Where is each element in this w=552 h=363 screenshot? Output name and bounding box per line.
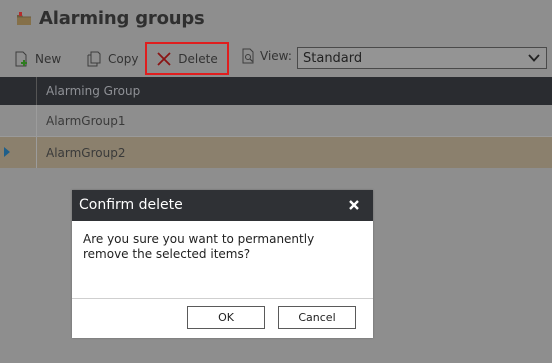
delete-button[interactable]: Delete <box>145 42 229 75</box>
view-select[interactable]: Standard <box>297 47 547 69</box>
copy-button-label: Copy <box>108 51 139 66</box>
table-row-selected[interactable]: AlarmGroup2 <box>0 137 552 168</box>
row-header[interactable] <box>0 137 37 168</box>
copy-icon <box>87 51 101 66</box>
dialog-title: Confirm delete <box>79 197 183 213</box>
row-selector-arrow-icon <box>4 147 10 157</box>
row-header[interactable] <box>0 105 37 136</box>
chevron-down-icon <box>528 54 540 62</box>
folder-alarm-icon <box>16 11 32 27</box>
new-document-icon <box>15 51 27 66</box>
ok-button-label: OK <box>218 311 234 324</box>
delete-x-icon <box>157 51 171 66</box>
row-header-spacer <box>0 77 37 105</box>
view-select-value: Standard <box>303 50 363 66</box>
grid-header: Alarming Group <box>0 77 552 105</box>
dialog-message: Are you sure you want to permanently rem… <box>83 232 315 261</box>
view-document-icon <box>242 48 254 64</box>
page-header: Alarming groups <box>0 0 552 40</box>
copy-button[interactable]: Copy <box>86 44 138 73</box>
table-cell: AlarmGroup2 <box>46 146 126 160</box>
ok-button[interactable]: OK <box>187 306 265 329</box>
confirm-delete-dialog: Confirm delete Are you sure you want to … <box>72 190 373 338</box>
page-title: Alarming groups <box>39 8 205 29</box>
close-icon[interactable] <box>348 199 360 211</box>
new-button[interactable]: New <box>13 44 61 73</box>
dialog-header: Confirm delete <box>72 190 373 221</box>
cancel-button-label: Cancel <box>298 311 336 324</box>
dialog-divider <box>72 298 373 299</box>
cancel-button[interactable]: Cancel <box>278 306 356 329</box>
view-label: View: <box>240 48 292 64</box>
delete-button-label: Delete <box>178 51 218 66</box>
table-cell: AlarmGroup1 <box>46 114 126 128</box>
column-header-alarming-group[interactable]: Alarming Group <box>46 84 140 98</box>
table-row[interactable]: AlarmGroup1 <box>0 105 552 137</box>
new-button-label: New <box>35 51 62 66</box>
view-label-text: View: <box>260 49 292 63</box>
